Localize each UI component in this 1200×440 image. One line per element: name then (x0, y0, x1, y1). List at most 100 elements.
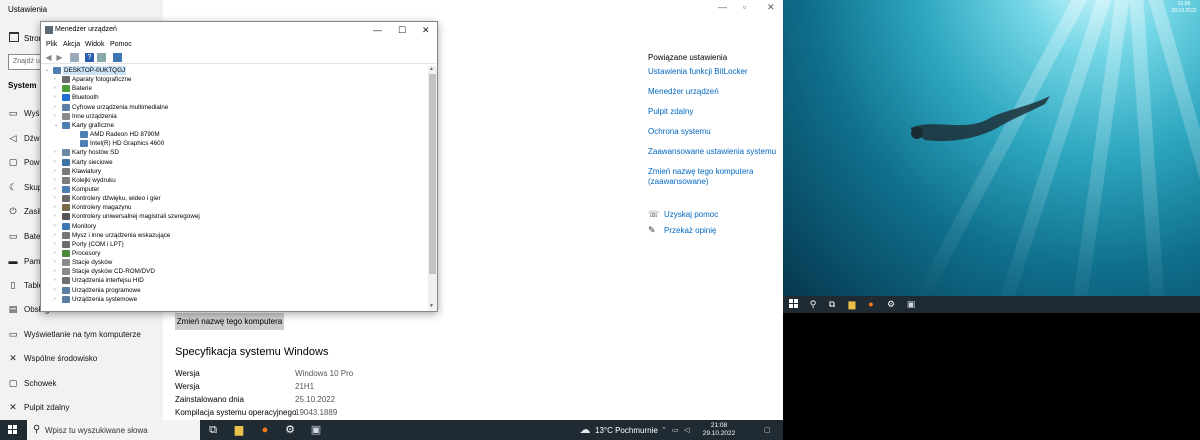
sidebar-item-projecting[interactable]: ▭ Wyświetlanie na tym komputerze (0, 323, 163, 347)
secondary-clock[interactable]: 21:08 29.10.2022 (1170, 1, 1198, 15)
bitlocker-link[interactable]: Ustawienia funkcji BitLocker (648, 67, 778, 77)
properties-icon[interactable] (70, 53, 79, 62)
device-manager-taskbar-icon[interactable]: ▣ (309, 423, 323, 437)
scroll-thumb[interactable] (429, 74, 436, 274)
expand-arrow-icon[interactable]: › (54, 84, 60, 93)
sidebar-item-clipboard[interactable]: ▢ Schowek (0, 372, 163, 396)
expand-arrow-icon[interactable]: › (54, 75, 60, 84)
expand-arrow-icon[interactable]: › (54, 212, 60, 221)
expand-arrow-icon[interactable]: › (54, 194, 60, 203)
expand-arrow-icon[interactable]: › (54, 167, 60, 176)
expand-arrow-icon[interactable]: › (54, 295, 60, 304)
device-icon (62, 240, 70, 248)
settings-close-button[interactable]: ✕ (767, 2, 775, 13)
device-icon (62, 185, 70, 193)
menu-action[interactable]: Akcja (63, 41, 80, 48)
notification-icon: ▢ (8, 157, 18, 167)
scroll-up-icon[interactable]: ▲ (429, 66, 434, 72)
expand-arrow-icon[interactable]: › (54, 286, 60, 295)
scroll-down-icon[interactable]: ▼ (429, 303, 434, 309)
light-ray (1067, 0, 1132, 296)
menu-help[interactable]: Pomoc (110, 41, 132, 48)
device-manager-titlebar[interactable]: Menedżer urządzeń — ☐ ✕ (41, 22, 437, 39)
taskbar-search-placeholder: Wpisz tu wyszukiwane słowa (45, 426, 148, 435)
details-icon[interactable] (97, 53, 106, 62)
get-help-link[interactable]: Uzyskaj pomoc (664, 210, 718, 219)
taskbar-clock[interactable]: 21:08 29.10.2022 (700, 422, 738, 438)
home-icon[interactable] (9, 32, 19, 42)
maximize-button[interactable]: ☐ (398, 25, 406, 36)
spec-title: Specyfikacja systemu Windows (175, 346, 329, 358)
device-manager-link[interactable]: Menedżer urządzeń (648, 87, 778, 97)
secondary-search-icon[interactable]: ⚲ (807, 298, 819, 310)
help-icon: ☏ (648, 209, 660, 219)
help-icon[interactable]: ? (85, 53, 94, 62)
tray-chevron-icon[interactable]: ⌃ (661, 426, 667, 434)
feedback-link[interactable]: Przekaż opinię (664, 226, 716, 235)
firefox-icon[interactable]: ● (258, 423, 272, 437)
monitor-icon[interactable] (113, 53, 122, 62)
expand-arrow-icon[interactable]: › (54, 258, 60, 267)
weather-icon[interactable]: ☁ (578, 423, 592, 437)
notifications-icon[interactable]: ▢ (764, 426, 771, 434)
rename-pc-button[interactable]: Zmień nazwę tego komputera (175, 313, 284, 330)
expand-arrow-icon[interactable]: › (54, 222, 60, 231)
back-icon[interactable]: ◀ (44, 53, 53, 62)
settings-minimize-button[interactable]: — (718, 2, 727, 12)
secondary-settings-icon[interactable]: ⚙ (885, 298, 897, 310)
expand-arrow-icon[interactable]: › (54, 203, 60, 212)
secondary-device-manager-icon[interactable]: ▣ (905, 298, 917, 310)
menu-view[interactable]: Widok (85, 41, 104, 48)
expand-arrow-icon[interactable]: › (54, 112, 60, 121)
collapse-arrow-icon[interactable]: ⌄ (45, 66, 51, 75)
advanced-system-settings-link[interactable]: Zaawansowane ustawienia systemu (648, 147, 778, 157)
expand-arrow-icon[interactable]: › (54, 93, 60, 102)
expand-arrow-icon[interactable]: › (54, 148, 60, 157)
system-protection-link[interactable]: Ochrona systemu (648, 127, 778, 137)
secondary-start-button[interactable] (789, 299, 799, 309)
storage-icon: ▬ (8, 256, 18, 266)
device-icon (62, 213, 70, 221)
expand-arrow-icon[interactable]: › (54, 240, 60, 249)
start-button[interactable] (8, 425, 18, 435)
clipboard-icon: ▢ (8, 378, 18, 388)
file-explorer-icon[interactable]: ▆ (232, 423, 246, 437)
window-title: Menedżer urządzeń (55, 26, 117, 33)
menu-file[interactable]: Plik (46, 41, 57, 48)
remote-desktop-link[interactable]: Pulpit zdalny (648, 107, 778, 117)
rename-pc-advanced-link[interactable]: Zmień nazwę tego komputera (zaawansowane… (648, 167, 768, 187)
sidebar-item-shared-experiences[interactable]: ✕ Wspólne środowisko (0, 347, 163, 371)
secondary-firefox-icon[interactable]: ● (865, 298, 877, 310)
clock-date: 29.10.2022 (702, 430, 736, 437)
expand-arrow-icon[interactable]: › (54, 158, 60, 167)
taskbar-search-box[interactable]: ⚲ Wpisz tu wyszukiwane słowa (27, 420, 200, 440)
expand-arrow-icon[interactable]: › (54, 185, 60, 194)
tablet-icon: ▯ (10, 280, 16, 290)
expand-arrow-icon[interactable]: › (54, 231, 60, 240)
remote-desktop-icon: ✕ (9, 402, 17, 412)
device-icon (62, 222, 70, 230)
expand-arrow-icon[interactable]: › (54, 176, 60, 185)
expand-arrow-icon[interactable]: › (54, 249, 60, 258)
expand-arrow-icon[interactable]: › (54, 267, 60, 276)
close-button[interactable]: ✕ (422, 25, 430, 36)
tree-item-label: Cyfrowe urządzenia multimedialne (72, 103, 169, 111)
task-view-icon[interactable]: ⧉ (206, 423, 220, 437)
weather-text[interactable]: 13°C Pochmurnie (595, 426, 658, 435)
settings-maximize-button[interactable]: ▫ (743, 2, 746, 12)
collapse-arrow-icon[interactable]: ⌄ (54, 121, 60, 130)
tree-item-label: Urządzenia systemowe (72, 295, 138, 303)
sidebar-item-remote-desktop[interactable]: ✕ Pulpit zdalny (0, 396, 163, 420)
volume-icon[interactable]: ◁ (684, 426, 689, 434)
forward-icon[interactable]: ▶ (55, 53, 64, 62)
settings-gear-icon[interactable]: ⚙ (283, 423, 297, 437)
vertical-scrollbar[interactable]: ▲ ▼ (428, 66, 437, 311)
expand-arrow-icon[interactable]: › (54, 103, 60, 112)
focus-icon: ☾ (8, 182, 18, 192)
network-icon[interactable]: ▭ (672, 426, 679, 434)
minimize-button[interactable]: — (373, 25, 382, 35)
device-icon (62, 195, 70, 203)
secondary-task-view-icon[interactable]: ⧉ (826, 298, 838, 310)
expand-arrow-icon[interactable]: › (54, 276, 60, 285)
secondary-file-explorer-icon[interactable]: ▆ (846, 298, 858, 310)
